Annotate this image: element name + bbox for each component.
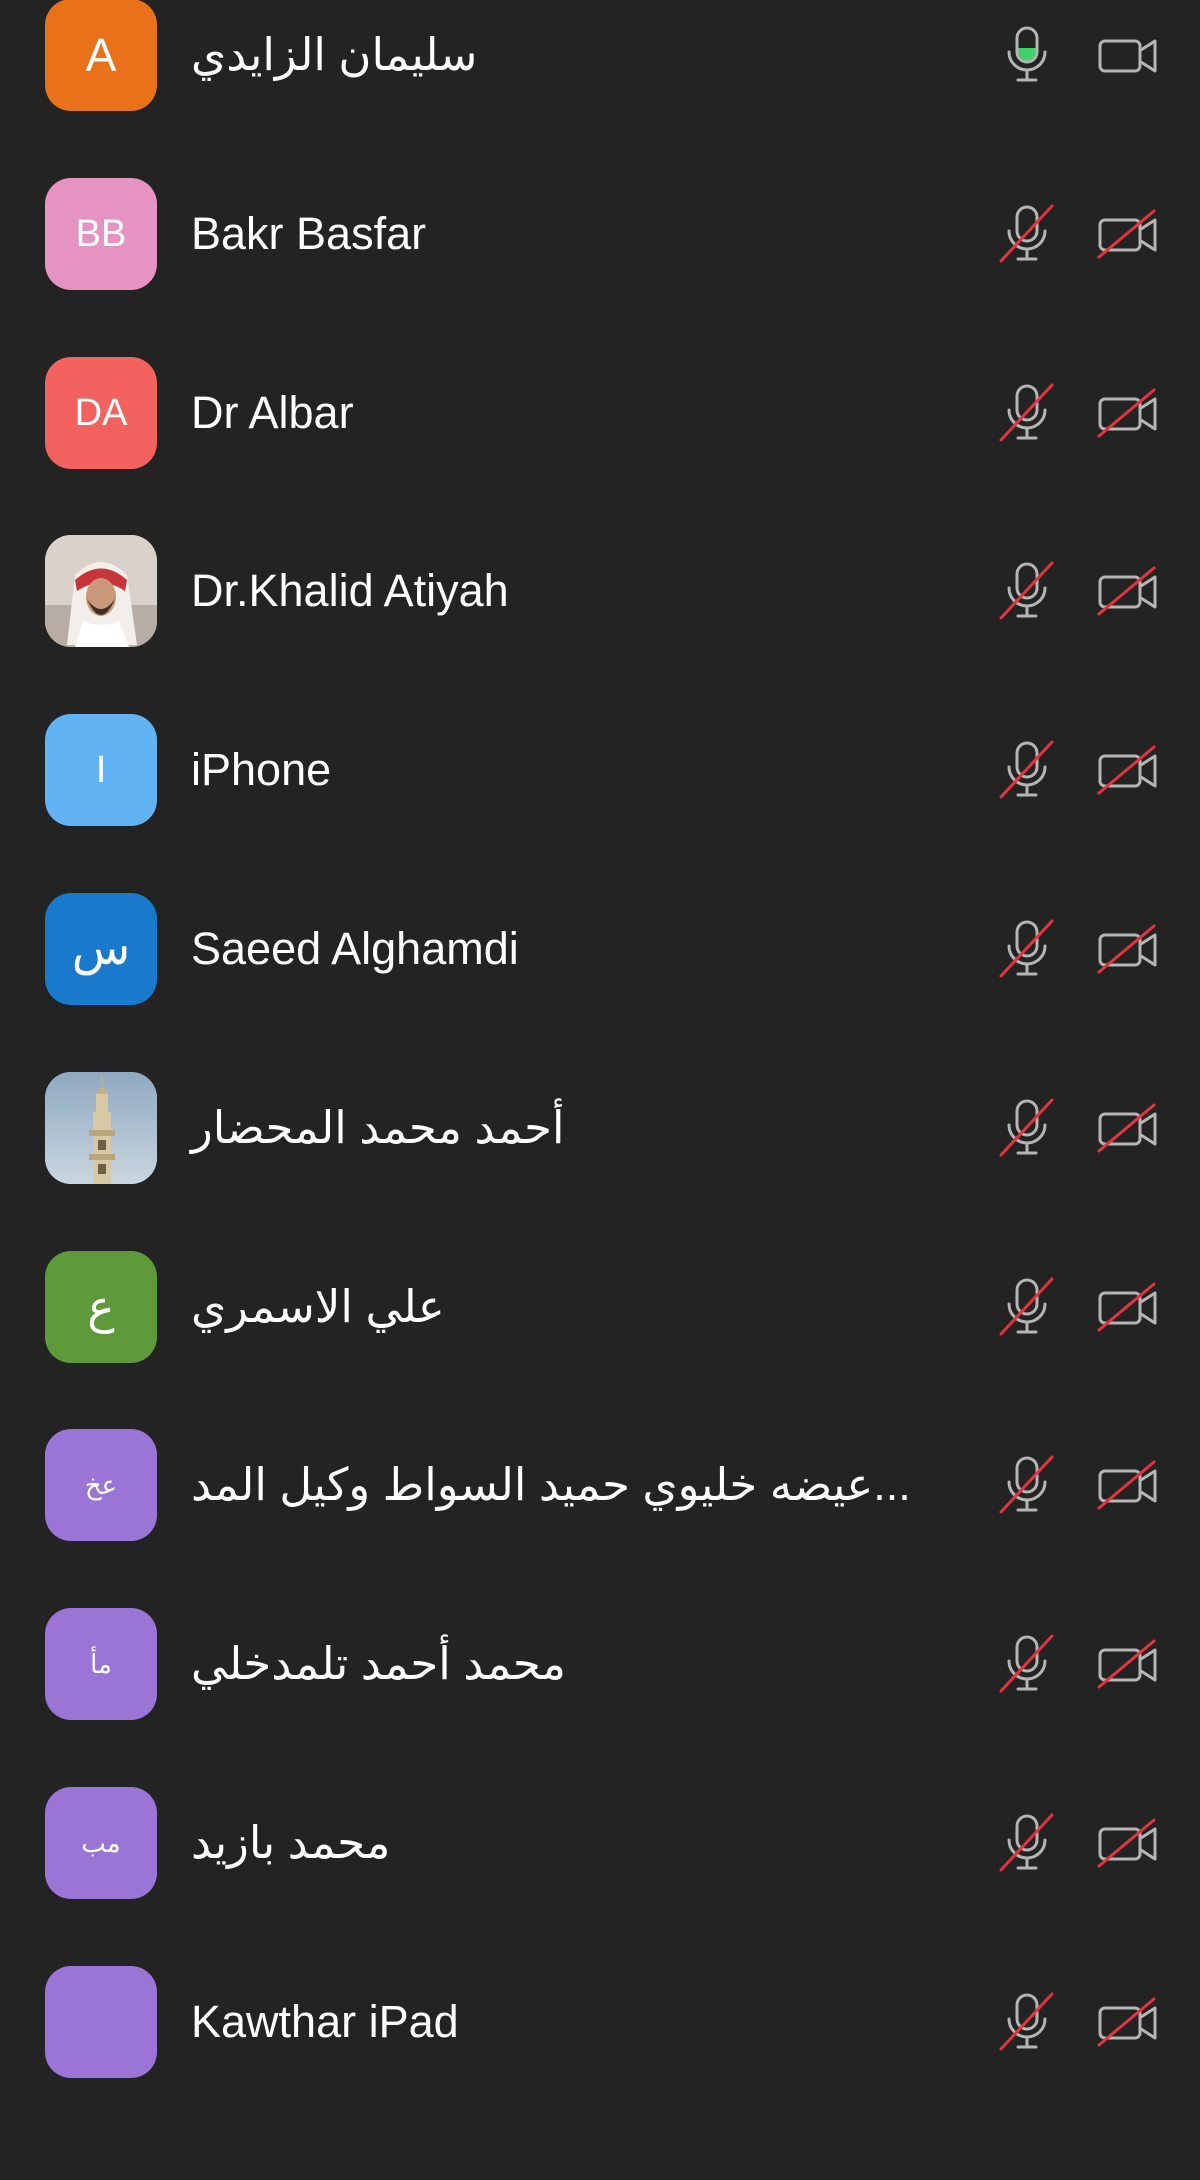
video-camera-icon[interactable] xyxy=(1096,24,1160,86)
avatar: A xyxy=(45,0,157,111)
participant-row[interactable]: أحمد محمد المحضار xyxy=(0,1048,1200,1208)
participant-row[interactable]: A سليمان الزايدي xyxy=(0,0,1200,135)
video-camera-off-icon[interactable] xyxy=(1096,1097,1160,1159)
participant-row[interactable]: ع علي الاسمري xyxy=(0,1227,1200,1387)
participant-name: عيضه خليوي حميد السواط وكيل المد... xyxy=(191,1459,911,1511)
microphone-muted-icon[interactable] xyxy=(996,1812,1058,1874)
avatar xyxy=(45,1071,157,1184)
avatar-initials: مب xyxy=(81,1828,121,1858)
avatar: BB xyxy=(45,177,157,290)
microphone-muted-icon[interactable] xyxy=(996,1097,1058,1159)
participant-name: أحمد محمد المحضار xyxy=(191,1101,565,1153)
participant-row[interactable]: BB Bakr Basfar xyxy=(0,154,1200,314)
video-camera-off-icon[interactable] xyxy=(1096,1991,1160,2053)
participant-row[interactable]: Dr.Khalid Atiyah xyxy=(0,511,1200,671)
participant-row[interactable]: عخ عيضه خليوي حميد السواط وكيل المد... xyxy=(0,1405,1200,1565)
microphone-muted-icon[interactable] xyxy=(996,382,1058,444)
video-camera-off-icon[interactable] xyxy=(1096,1454,1160,1516)
avatar: ع xyxy=(45,1250,157,1363)
avatar: I xyxy=(45,714,157,827)
microphone-muted-icon[interactable] xyxy=(996,560,1058,622)
video-camera-off-icon[interactable] xyxy=(1096,382,1160,444)
participant-name: Kawthar iPad xyxy=(191,1995,459,2047)
microphone-muted-icon[interactable] xyxy=(996,918,1058,980)
avatar: DA xyxy=(45,356,157,469)
participant-name: محمد بازيد xyxy=(191,1817,391,1868)
microphone-muted-icon[interactable] xyxy=(996,1991,1058,2053)
participant-name: Dr Albar xyxy=(191,386,354,438)
microphone-muted-icon[interactable] xyxy=(996,1454,1058,1516)
participant-name: سليمان الزايدي xyxy=(191,29,478,80)
participant-row[interactable]: DA Dr Albar xyxy=(0,333,1200,493)
avatar: مب xyxy=(45,1787,157,1899)
avatar: مأ xyxy=(45,1608,157,1721)
avatar: عخ xyxy=(45,1429,157,1542)
video-camera-off-icon[interactable] xyxy=(1096,560,1160,622)
avatar-initials: عخ xyxy=(84,1470,118,1501)
avatar-initials: DA xyxy=(74,391,128,434)
participant-name: علي الاسمري xyxy=(191,1280,445,1332)
video-camera-off-icon[interactable] xyxy=(1096,739,1160,801)
microphone-muted-icon[interactable] xyxy=(996,203,1058,265)
avatar-initials: ع xyxy=(87,1280,115,1333)
participant-row[interactable]: س Saeed Alghamdi xyxy=(0,869,1200,1029)
video-camera-off-icon[interactable] xyxy=(1096,1812,1160,1874)
avatar xyxy=(45,1965,157,2078)
avatar-initials: I xyxy=(95,749,107,792)
microphone-muted-icon[interactable] xyxy=(996,1276,1058,1338)
participant-name: Saeed Alghamdi xyxy=(191,923,519,974)
participant-name: Dr.Khalid Atiyah xyxy=(191,565,509,617)
avatar-initials: س xyxy=(71,922,131,975)
participant-row[interactable]: مأ محمد أحمد تلمدخلي xyxy=(0,1584,1200,1744)
video-camera-off-icon[interactable] xyxy=(1096,203,1160,265)
avatar: س xyxy=(45,893,157,1005)
avatar-initials: A xyxy=(85,29,117,81)
avatar xyxy=(45,535,157,648)
microphone-muted-icon[interactable] xyxy=(996,739,1058,801)
microphone-muted-icon[interactable] xyxy=(996,1633,1058,1695)
video-camera-off-icon[interactable] xyxy=(1096,1633,1160,1695)
participant-row[interactable]: Kawthar iPad xyxy=(0,1942,1200,2102)
participant-name: Bakr Basfar xyxy=(191,207,427,259)
participant-name: iPhone xyxy=(191,744,332,796)
avatar-initials: BB xyxy=(75,212,127,255)
microphone-icon[interactable] xyxy=(996,24,1058,86)
participants-list: A سليمان الزايدي BB Bakr Basfar DA Dr Albar Dr… xyxy=(0,0,1200,2180)
participant-name: محمد أحمد تلمدخلي xyxy=(191,1638,567,1690)
participant-row[interactable]: مب محمد بازيد xyxy=(0,1763,1200,1923)
avatar-initials: مأ xyxy=(90,1649,112,1680)
video-camera-off-icon[interactable] xyxy=(1096,1276,1160,1338)
video-camera-off-icon[interactable] xyxy=(1096,918,1160,980)
participant-row[interactable]: IiPhone xyxy=(0,690,1200,850)
